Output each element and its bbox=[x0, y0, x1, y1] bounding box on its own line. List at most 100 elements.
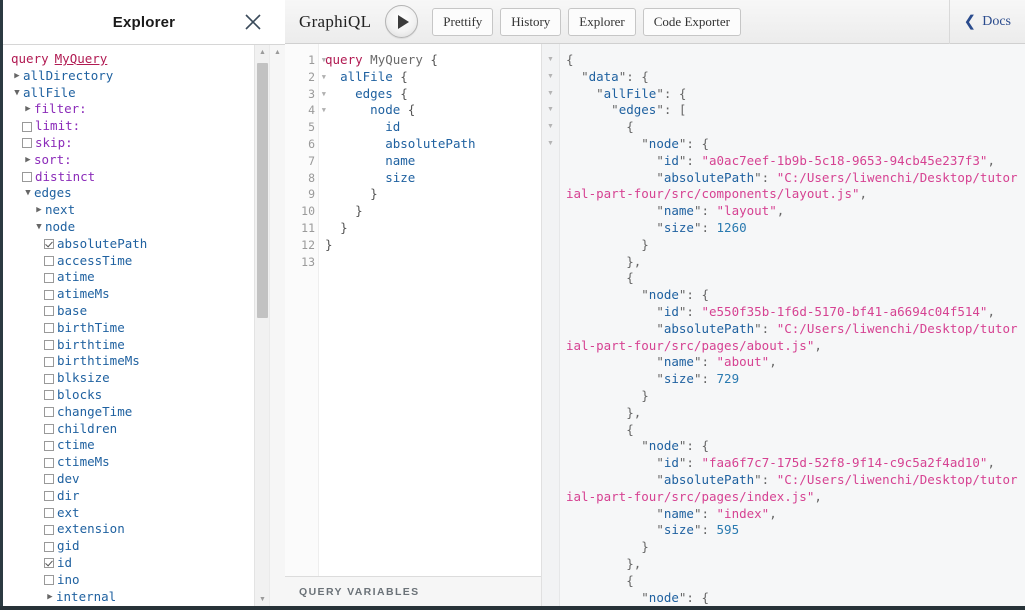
tree-item-blksize[interactable]: blksize bbox=[11, 370, 147, 387]
json-token: , bbox=[987, 152, 995, 168]
checkbox-blocks[interactable] bbox=[44, 390, 54, 401]
tree-item-changeTime[interactable]: changeTime bbox=[11, 404, 147, 421]
checkbox-extension[interactable] bbox=[44, 524, 54, 535]
docs-button[interactable]: ❮ Docs bbox=[948, 0, 1017, 44]
checkbox-absolutePath[interactable] bbox=[44, 239, 54, 250]
checkbox-ctime[interactable] bbox=[44, 440, 54, 451]
chevron-down-icon[interactable]: ▼ bbox=[33, 219, 45, 236]
chevron-right-icon[interactable]: ▶ bbox=[44, 589, 56, 606]
result-fold-icon[interactable]: ▼ bbox=[542, 69, 559, 86]
tree-item-ext[interactable]: ext bbox=[11, 505, 147, 522]
checkbox-limit[interactable] bbox=[22, 121, 32, 132]
fold-toggle-icon[interactable]: ▼ bbox=[322, 102, 326, 119]
result-fold-icon[interactable]: ▼ bbox=[542, 86, 559, 103]
tree-item-birthTime[interactable]: birthTime bbox=[11, 320, 147, 337]
result-fold-icon[interactable]: ▼ bbox=[542, 102, 559, 119]
tree-item-blocks[interactable]: blocks bbox=[11, 387, 147, 404]
checkbox-birthtime[interactable] bbox=[44, 339, 54, 350]
checkbox-distinct[interactable] bbox=[22, 171, 32, 182]
tree-item-filter[interactable]: ▶ filter: bbox=[11, 101, 147, 118]
scroll-up-icon-outer[interactable]: ▲ bbox=[270, 45, 285, 59]
checkbox-accessTime[interactable] bbox=[44, 255, 54, 266]
chevron-right-icon[interactable]: ▶ bbox=[22, 101, 34, 118]
tree-item-ctimeMs[interactable]: ctimeMs bbox=[11, 454, 147, 471]
chevron-down-icon[interactable]: ▼ bbox=[22, 185, 34, 202]
checkbox-atime[interactable] bbox=[44, 272, 54, 283]
execute-query-button[interactable] bbox=[385, 5, 419, 38]
tree-item-gid[interactable]: gid bbox=[11, 538, 147, 555]
tree-item-children[interactable]: children bbox=[11, 421, 147, 438]
tree-item-absolutePath[interactable]: absolutePath bbox=[11, 236, 147, 253]
code-line: query MyQuery { bbox=[325, 52, 541, 69]
query-editor-code[interactable]: query MyQuery { allFile { edges { node {… bbox=[319, 44, 541, 576]
result-fold-icon[interactable]: ▼ bbox=[542, 52, 559, 69]
explorer-toggle-button[interactable]: Explorer bbox=[568, 7, 636, 36]
scrollbar-thumb[interactable] bbox=[257, 63, 268, 318]
chevron-down-icon[interactable]: ▼ bbox=[11, 85, 23, 102]
query-editor-area[interactable]: 1 ▼ 2 ▼ 3 ▼ 4 ▼ 5 6 7 8 9 10 11 12 13 query MyQuery { al… bbox=[285, 44, 541, 576]
fold-toggle-icon[interactable]: ▼ bbox=[322, 52, 326, 69]
tree-item-allFile[interactable]: ▼ allFile bbox=[11, 85, 147, 102]
scroll-up-icon[interactable]: ▲ bbox=[255, 45, 270, 59]
chevron-right-icon[interactable]: ▶ bbox=[22, 152, 34, 169]
tree-item-atime[interactable]: atime bbox=[11, 269, 147, 286]
explorer-outer-scrollbar[interactable]: ▲ bbox=[269, 45, 285, 606]
tree-item-atimeMs[interactable]: atimeMs bbox=[11, 286, 147, 303]
tree-item-extension[interactable]: extension bbox=[11, 521, 147, 538]
json-token: } bbox=[566, 236, 649, 252]
scroll-down-icon[interactable]: ▼ bbox=[255, 592, 270, 606]
checkbox-id[interactable] bbox=[44, 558, 54, 569]
chevron-right-icon[interactable]: ▶ bbox=[33, 202, 45, 219]
tree-item-limit[interactable]: limit: bbox=[11, 118, 147, 135]
result-fold-icon[interactable]: ▼ bbox=[542, 119, 559, 136]
tree-item-edges[interactable]: ▼ edges bbox=[11, 185, 147, 202]
tree-item-sort[interactable]: ▶ sort: bbox=[11, 152, 147, 169]
checkbox-base[interactable] bbox=[44, 306, 54, 317]
tree-item-allDirectory[interactable]: ▶ allDirectory bbox=[11, 68, 147, 85]
tree-item-next[interactable]: ▶ next bbox=[11, 202, 147, 219]
tree-item-birthtimeMs[interactable]: birthtimeMs bbox=[11, 353, 147, 370]
checkbox-dir[interactable] bbox=[44, 491, 54, 502]
tree-item-base[interactable]: base bbox=[11, 303, 147, 320]
query-name[interactable]: MyQuery bbox=[55, 51, 108, 68]
checkbox-birthtimeMs[interactable] bbox=[44, 356, 54, 367]
tree-item-internal[interactable]: ▶ internal bbox=[11, 589, 147, 606]
chevron-right-icon[interactable]: ▶ bbox=[11, 68, 23, 85]
checkbox-changeTime[interactable] bbox=[44, 407, 54, 418]
json-line: } bbox=[566, 539, 1021, 556]
json-token: edges bbox=[618, 102, 657, 118]
tree-item-dev[interactable]: dev bbox=[11, 471, 147, 488]
line-number: 9 bbox=[308, 187, 315, 202]
checkbox-gid[interactable] bbox=[44, 541, 54, 552]
query-variables-bar[interactable]: QUERY VARIABLES bbox=[285, 576, 541, 606]
checkbox-dev[interactable] bbox=[44, 474, 54, 485]
tree-item-id[interactable]: id bbox=[11, 555, 147, 572]
query-editor-pane: 1 ▼ 2 ▼ 3 ▼ 4 ▼ 5 6 7 8 9 10 11 12 13 query MyQuery { al… bbox=[285, 44, 542, 606]
code-exporter-button[interactable]: Code Exporter bbox=[642, 7, 741, 36]
tree-item-ctime[interactable]: ctime bbox=[11, 437, 147, 454]
tree-item-accessTime[interactable]: accessTime bbox=[11, 253, 147, 270]
json-token: " bbox=[566, 219, 664, 235]
checkbox-birthTime[interactable] bbox=[44, 323, 54, 334]
prettify-button[interactable]: Prettify bbox=[432, 7, 494, 36]
checkbox-atimeMs[interactable] bbox=[44, 289, 54, 300]
checkbox-children[interactable] bbox=[44, 423, 54, 434]
tree-item-birthtime[interactable]: birthtime bbox=[11, 337, 147, 354]
history-button[interactable]: History bbox=[500, 7, 562, 36]
tree-item-ino[interactable]: ino bbox=[11, 572, 147, 589]
checkbox-skip[interactable] bbox=[22, 138, 32, 149]
tree-item-skip[interactable]: skip: bbox=[11, 135, 147, 152]
checkbox-blksize[interactable] bbox=[44, 373, 54, 384]
tree-item-distinct[interactable]: distinct bbox=[11, 169, 147, 186]
close-icon[interactable] bbox=[243, 12, 263, 32]
checkbox-ino[interactable] bbox=[44, 575, 54, 586]
result-fold-icon[interactable]: ▼ bbox=[542, 136, 559, 153]
checkbox-ext[interactable] bbox=[44, 507, 54, 518]
fold-toggle-icon[interactable]: ▼ bbox=[322, 69, 326, 86]
fold-toggle-icon[interactable]: ▼ bbox=[322, 86, 326, 103]
tree-item-label: birthtimeMs bbox=[57, 353, 140, 369]
tree-item-node[interactable]: ▼ node bbox=[11, 219, 147, 236]
tree-item-dir[interactable]: dir bbox=[11, 488, 147, 505]
explorer-inner-scrollbar[interactable]: ▲ ▼ bbox=[254, 45, 270, 606]
checkbox-ctimeMs[interactable] bbox=[44, 457, 54, 468]
